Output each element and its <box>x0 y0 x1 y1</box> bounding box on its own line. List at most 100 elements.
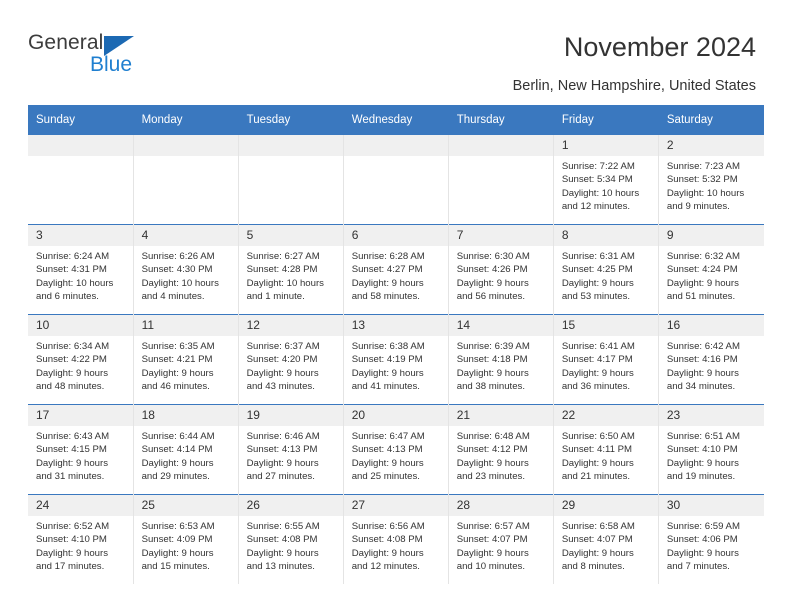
calendar-day-cell[interactable]: 8 Sunrise: 6:31 AM Sunset: 4:25 PM Daylight… <box>553 224 659 315</box>
day-number: 28 <box>448 495 553 516</box>
sunset-text: Sunset: 4:16 PM <box>666 354 738 366</box>
calendar-day-cell[interactable]: 6 Sunrise: 6:28 AM Sunset: 4:27 PM Daylight… <box>343 224 449 315</box>
calendar-day-cell[interactable]: 10 Sunrise: 6:34 AM Sunset: 4:22 PM Dayligh… <box>28 314 134 405</box>
daylight-text-line1: Daylight: 9 hours <box>141 457 214 469</box>
general-blue-logo: General Blue <box>28 32 208 82</box>
day-number: 1 <box>553 135 658 156</box>
day-details: Sunrise: 6:26 AM Sunset: 4:30 PM Daylight:… <box>134 246 238 303</box>
calendar-week-row: 24 Sunrise: 6:52 AM Sunset: 4:10 PM Dayligh… <box>28 494 764 584</box>
calendar-day-cell[interactable]: 1 Sunrise: 7:22 AM Sunset: 5:34 PM Daylight… <box>553 134 659 225</box>
daylight-text-line2: and 43 minutes. <box>246 380 315 392</box>
calendar-day-cell[interactable]: 22 Sunrise: 6:50 AM Sunset: 4:11 PM Dayligh… <box>553 404 659 495</box>
daylight-text-line1: Daylight: 10 hours <box>666 187 745 199</box>
day-details: Sunrise: 6:38 AM Sunset: 4:19 PM Daylight:… <box>344 336 448 393</box>
day-number: 24 <box>28 495 133 516</box>
sunrise-text: Sunrise: 6:37 AM <box>246 341 320 352</box>
daylight-text-line1: Daylight: 9 hours <box>36 457 108 469</box>
calendar-day-cell[interactable]: 4 Sunrise: 6:26 AM Sunset: 4:30 PM Daylight… <box>133 224 239 315</box>
calendar-day-cell[interactable]: 9 Sunrise: 6:32 AM Sunset: 4:24 PM Daylight… <box>658 224 764 315</box>
daylight-text-line2: and 10 minutes. <box>456 560 526 572</box>
day-details: Sunrise: 6:51 AM Sunset: 4:10 PM Daylight:… <box>659 426 764 483</box>
sunset-text: Sunset: 4:08 PM <box>246 534 318 546</box>
daylight-text-line1: Daylight: 9 hours <box>456 457 529 469</box>
day-number <box>238 135 343 156</box>
calendar-day-cell[interactable]: 5 Sunrise: 6:27 AM Sunset: 4:28 PM Daylight… <box>238 224 344 315</box>
daylight-text-line2: and 19 minutes. <box>666 470 736 482</box>
daylight-text-line2: and 23 minutes. <box>456 470 526 482</box>
day-number: 17 <box>28 405 133 426</box>
sunset-text: Sunset: 4:18 PM <box>456 354 528 366</box>
daylight-text-line1: Daylight: 9 hours <box>561 277 634 289</box>
calendar-day-cell[interactable]: 13 Sunrise: 6:38 AM Sunset: 4:19 PM Dayligh… <box>343 314 449 405</box>
sunrise-text: Sunrise: 6:24 AM <box>36 251 110 262</box>
day-number: 5 <box>238 225 343 246</box>
logo-text-general: General <box>28 31 104 54</box>
daylight-text-line1: Daylight: 9 hours <box>36 547 108 559</box>
sunrise-text: Sunrise: 6:43 AM <box>36 431 110 442</box>
day-details: Sunrise: 6:24 AM Sunset: 4:31 PM Daylight:… <box>28 246 133 303</box>
calendar-day-cell[interactable]: 21 Sunrise: 6:48 AM Sunset: 4:12 PM Dayligh… <box>448 404 554 495</box>
calendar-day-cell[interactable]: 3 Sunrise: 6:24 AM Sunset: 4:31 PM Daylight… <box>28 224 134 315</box>
calendar-day-cell[interactable]: 15 Sunrise: 6:41 AM Sunset: 4:17 PM Dayligh… <box>553 314 659 405</box>
calendar-day-cell[interactable]: 30 Sunrise: 6:59 AM Sunset: 4:06 PM Dayligh… <box>658 494 764 584</box>
sunset-text: Sunset: 4:09 PM <box>141 534 213 546</box>
daylight-text-line2: and 53 minutes. <box>561 290 631 302</box>
sunset-text: Sunset: 4:20 PM <box>246 354 318 366</box>
calendar-day-cell[interactable]: 16 Sunrise: 6:42 AM Sunset: 4:16 PM Dayligh… <box>658 314 764 405</box>
day-number: 3 <box>28 225 133 246</box>
weekday-header-tuesday: Tuesday <box>238 105 344 135</box>
day-number: 8 <box>553 225 658 246</box>
sunrise-text: Sunrise: 7:23 AM <box>666 161 740 172</box>
weekday-header-sunday: Sunday <box>28 105 134 135</box>
daylight-text-line1: Daylight: 9 hours <box>351 457 424 469</box>
daylight-text-line1: Daylight: 9 hours <box>456 547 529 559</box>
calendar-day-cell[interactable]: 2 Sunrise: 7:23 AM Sunset: 5:32 PM Daylight… <box>658 134 764 225</box>
daylight-text-line2: and 38 minutes. <box>456 380 526 392</box>
calendar-day-cell[interactable]: 24 Sunrise: 6:52 AM Sunset: 4:10 PM Dayligh… <box>28 494 134 584</box>
day-details: Sunrise: 6:57 AM Sunset: 4:07 PM Daylight:… <box>449 516 553 573</box>
calendar-day-cell[interactable]: 18 Sunrise: 6:44 AM Sunset: 4:14 PM Dayligh… <box>133 404 239 495</box>
calendar-day-cell[interactable]: 19 Sunrise: 6:46 AM Sunset: 4:13 PM Dayligh… <box>238 404 344 495</box>
sunrise-text: Sunrise: 6:30 AM <box>456 251 530 262</box>
day-number <box>133 135 238 156</box>
calendar-day-cell[interactable]: 12 Sunrise: 6:37 AM Sunset: 4:20 PM Dayligh… <box>238 314 344 405</box>
calendar-day-cell[interactable]: 23 Sunrise: 6:51 AM Sunset: 4:10 PM Dayligh… <box>658 404 764 495</box>
sunrise-text: Sunrise: 6:46 AM <box>246 431 320 442</box>
calendar-day-cell[interactable]: 28 Sunrise: 6:57 AM Sunset: 4:07 PM Dayligh… <box>448 494 554 584</box>
day-details: Sunrise: 6:43 AM Sunset: 4:15 PM Daylight:… <box>28 426 133 483</box>
calendar-day-cell-empty <box>448 134 554 225</box>
calendar-day-cell[interactable]: 27 Sunrise: 6:56 AM Sunset: 4:08 PM Dayligh… <box>343 494 449 584</box>
calendar-day-cell-empty <box>343 134 449 225</box>
calendar-week-row: 10 Sunrise: 6:34 AM Sunset: 4:22 PM Dayligh… <box>28 314 764 405</box>
day-details: Sunrise: 6:56 AM Sunset: 4:08 PM Daylight:… <box>344 516 448 573</box>
daylight-text-line1: Daylight: 9 hours <box>351 277 424 289</box>
calendar-day-cell[interactable]: 25 Sunrise: 6:53 AM Sunset: 4:09 PM Dayligh… <box>133 494 239 584</box>
day-details: Sunrise: 6:46 AM Sunset: 4:13 PM Daylight:… <box>239 426 343 483</box>
day-details: Sunrise: 6:53 AM Sunset: 4:09 PM Daylight:… <box>134 516 238 573</box>
calendar-day-cell[interactable]: 29 Sunrise: 6:58 AM Sunset: 4:07 PM Dayligh… <box>553 494 659 584</box>
calendar-day-cell[interactable]: 11 Sunrise: 6:35 AM Sunset: 4:21 PM Dayligh… <box>133 314 239 405</box>
calendar-day-cell[interactable]: 7 Sunrise: 6:30 AM Sunset: 4:26 PM Daylight… <box>448 224 554 315</box>
sunrise-text: Sunrise: 6:56 AM <box>351 521 425 532</box>
day-number: 14 <box>448 315 553 336</box>
daylight-text-line2: and 25 minutes. <box>351 470 420 482</box>
page-title: November 2024 <box>563 32 756 62</box>
calendar-day-cell-empty <box>238 134 344 225</box>
calendar-day-cell[interactable]: 20 Sunrise: 6:47 AM Sunset: 4:13 PM Dayligh… <box>343 404 449 495</box>
day-number <box>343 135 448 156</box>
calendar-day-cell[interactable]: 14 Sunrise: 6:39 AM Sunset: 4:18 PM Dayligh… <box>448 314 554 405</box>
daylight-text-line1: Daylight: 9 hours <box>666 547 739 559</box>
day-number: 13 <box>343 315 448 336</box>
daylight-text-line2: and 12 minutes. <box>351 560 420 572</box>
day-details: Sunrise: 6:48 AM Sunset: 4:12 PM Daylight:… <box>449 426 553 483</box>
calendar-day-cell[interactable]: 17 Sunrise: 6:43 AM Sunset: 4:15 PM Dayligh… <box>28 404 134 495</box>
calendar-day-cell[interactable]: 26 Sunrise: 6:55 AM Sunset: 4:08 PM Dayligh… <box>238 494 344 584</box>
daylight-text-line1: Daylight: 9 hours <box>666 277 739 289</box>
sunset-text: Sunset: 4:06 PM <box>666 534 738 546</box>
daylight-text-line2: and 9 minutes. <box>666 200 730 212</box>
day-number <box>448 135 553 156</box>
day-details: Sunrise: 7:22 AM Sunset: 5:34 PM Daylight:… <box>554 156 658 213</box>
day-number: 7 <box>448 225 553 246</box>
daylight-text-line2: and 12 minutes. <box>561 200 631 212</box>
day-number: 19 <box>238 405 343 426</box>
